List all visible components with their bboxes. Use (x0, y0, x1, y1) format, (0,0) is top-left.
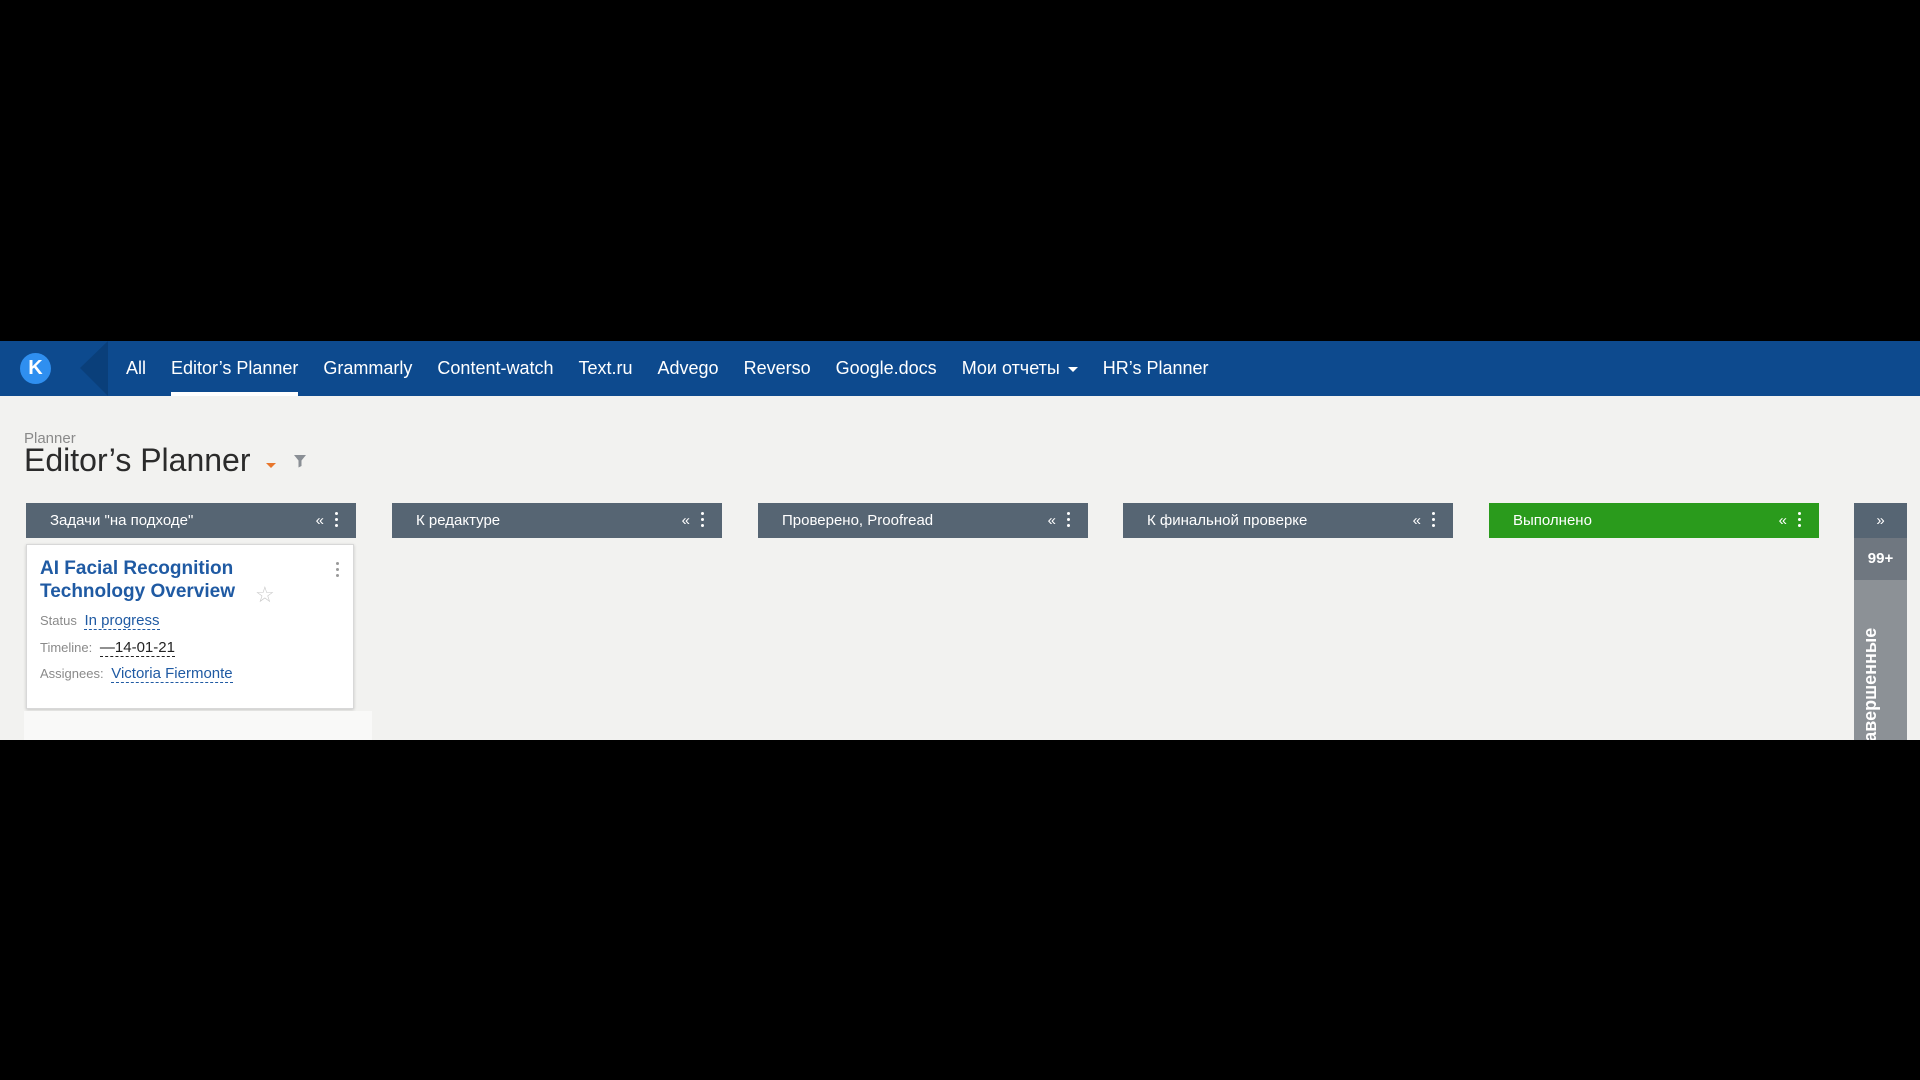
nav-item-reverso[interactable]: Reverso (744, 341, 811, 396)
status-value[interactable]: In progress (84, 612, 160, 630)
completed-count-badge: 99+ (1854, 538, 1907, 580)
nav-item-my-reports-label: Мои отчеты (961, 358, 1060, 378)
more-vertical-icon[interactable] (335, 512, 338, 528)
main-nav: All Editor’s Planner Grammarly Content-w… (126, 341, 1234, 396)
column-title: Выполнено (1513, 512, 1592, 529)
nav-item-advego[interactable]: Advego (658, 341, 719, 396)
nav-item-text-ru[interactable]: Text.ru (578, 341, 632, 396)
column-title: К финальной проверке (1147, 512, 1308, 529)
column-header-proofread[interactable]: Проверено, Proofread « (758, 503, 1088, 538)
collapse-icon[interactable]: « (1779, 503, 1787, 538)
nav-item-content-watch[interactable]: Content-watch (437, 341, 553, 396)
app-logo[interactable]: K (20, 353, 51, 384)
completed-panel-label: Завершенные (1860, 627, 1880, 740)
title-dropdown-icon[interactable] (266, 463, 276, 468)
page-title[interactable]: Editor’s Planner (24, 442, 251, 479)
more-vertical-icon[interactable] (1067, 512, 1070, 528)
collapse-icon[interactable]: « (1048, 503, 1056, 538)
nav-item-hrs-planner[interactable]: HR’s Planner (1103, 341, 1209, 396)
column-title: Проверено, Proofread (782, 512, 934, 529)
nav-item-google-docs[interactable]: Google.docs (836, 341, 937, 396)
column-title: К редактуре (416, 512, 501, 529)
task-card[interactable]: AI Facial Recognition Technology Overvie… (26, 544, 354, 709)
assignee-link[interactable]: Victoria Fiermonte (111, 665, 233, 683)
nav-divider (80, 341, 108, 396)
column-header-to-edit[interactable]: К редактуре « (392, 503, 722, 538)
column-add-area (24, 711, 372, 740)
more-vertical-icon[interactable] (701, 512, 704, 528)
task-title-link[interactable]: AI Facial Recognition Technology Overvie… (40, 557, 270, 603)
column-header-done[interactable]: Выполнено « (1489, 503, 1819, 538)
collapse-icon[interactable]: « (316, 503, 324, 538)
nav-item-my-reports[interactable]: Мои отчеты (962, 341, 1078, 396)
column-header-final-check[interactable]: К финальной проверке « (1123, 503, 1453, 538)
more-vertical-icon[interactable] (1798, 512, 1801, 528)
task-assignees-row: Assignees: Victoria Fiermonte (40, 665, 233, 683)
task-timeline-row: Timeline: —14-01-21 (40, 639, 175, 657)
nav-item-grammarly[interactable]: Grammarly (323, 341, 412, 396)
chevron-down-icon (1067, 366, 1078, 372)
status-label: Status (40, 613, 77, 628)
top-navigation-bar: K All Editor’s Planner Grammarly Content… (0, 341, 1920, 396)
timeline-label: Timeline: (40, 640, 93, 655)
nav-item-all[interactable]: All (126, 341, 146, 396)
column-header-upcoming[interactable]: Задачи "на подходе" « (26, 503, 356, 538)
task-status-row: Status In progress (40, 612, 160, 630)
completed-side-panel[interactable]: » 99+ Завершенные (1854, 503, 1907, 740)
expand-icon[interactable]: » (1854, 503, 1907, 538)
filter-icon[interactable] (294, 454, 306, 468)
collapse-icon[interactable]: « (1413, 503, 1421, 538)
star-icon[interactable]: ☆ (255, 582, 275, 608)
collapse-icon[interactable]: « (682, 503, 690, 538)
more-vertical-icon[interactable] (336, 562, 339, 580)
assignees-label: Assignees: (40, 666, 104, 681)
planner-app: K All Editor’s Planner Grammarly Content… (0, 341, 1920, 740)
column-title: Задачи "на подходе" (50, 512, 194, 529)
nav-item-editors-planner[interactable]: Editor’s Planner (171, 341, 299, 396)
more-vertical-icon[interactable] (1432, 512, 1435, 528)
timeline-value[interactable]: —14-01-21 (99, 639, 175, 657)
